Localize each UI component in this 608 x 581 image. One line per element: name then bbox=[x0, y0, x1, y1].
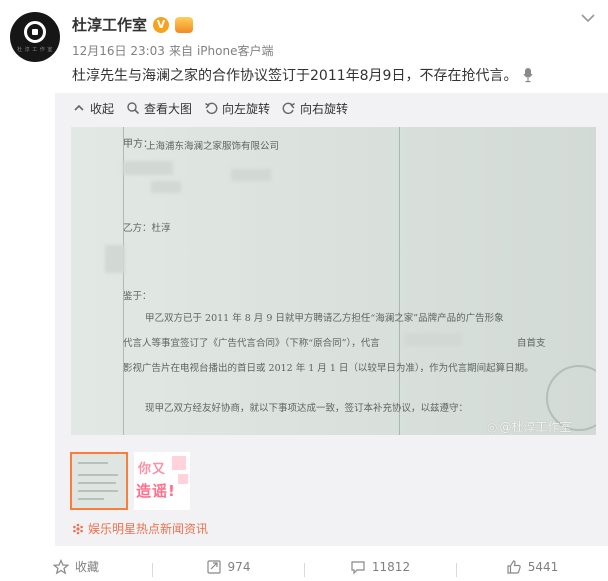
author-name[interactable]: 杜淳工作室 bbox=[72, 14, 147, 35]
redacted-area bbox=[151, 181, 181, 193]
thumbnail-text-2: 造谣! bbox=[136, 482, 176, 500]
action-bar: 收藏 974 11812 5441 bbox=[0, 552, 608, 581]
redacted-area bbox=[105, 245, 125, 273]
award-icon[interactable] bbox=[175, 16, 194, 33]
contract-paragraph-1: 甲乙双方已于 2011 年 8 月 9 日就甲方聘请乙方担任“海澜之家”品牌产品… bbox=[145, 313, 504, 324]
post-text: 杜淳先生与海澜之家的合作协议签订于2011年8月9日，不存在抢代言。 bbox=[72, 68, 518, 84]
logo-icon bbox=[24, 21, 46, 43]
star-icon bbox=[52, 558, 69, 575]
collapse-icon bbox=[74, 104, 84, 111]
thumbs-up-icon bbox=[507, 559, 521, 574]
collapse-button[interactable]: 收起 bbox=[72, 100, 114, 117]
party-b-label: 乙方：杜淳 bbox=[123, 223, 171, 234]
thumbnail-text-1: 你又 bbox=[138, 462, 167, 477]
source-link[interactable]: 娱乐明星热点新闻资讯 bbox=[72, 520, 208, 537]
chevron-down-icon[interactable] bbox=[580, 12, 596, 24]
author-line: 杜淳工作室 V bbox=[72, 14, 194, 35]
source-icon bbox=[73, 523, 83, 534]
watermark-text: @杜淳工作室 bbox=[499, 420, 572, 434]
fold-line bbox=[399, 127, 400, 435]
rotate-left-label: 向左旋转 bbox=[222, 101, 271, 116]
redacted-area bbox=[123, 161, 173, 175]
redacted-area bbox=[231, 169, 271, 181]
party-a-name: 上海浦东海澜之家服饰有限公司 bbox=[146, 141, 280, 152]
rotate-left-icon bbox=[205, 102, 218, 115]
contract-image[interactable]: 甲方： 上海浦东海澜之家服饰有限公司 乙方：杜淳 鉴于： 甲乙双方已于 2011… bbox=[71, 127, 596, 435]
magnifier-icon bbox=[127, 102, 140, 115]
contract-paragraph-2a: 代言人等事宜签订了《广告代言合同》（下称“原合同”），代言 bbox=[123, 338, 380, 349]
favorite-label: 收藏 bbox=[74, 560, 99, 574]
via-source[interactable]: iPhone客户端 bbox=[197, 42, 274, 59]
verified-icon[interactable]: V bbox=[153, 16, 170, 33]
contract-paragraph-3: 影视广告片在电视台播出的首日或 2012 年 1 月 1 日（以较早日为准），作… bbox=[123, 363, 534, 374]
rotate-right-button[interactable]: 向右旋转 bbox=[282, 100, 348, 117]
collapse-label: 收起 bbox=[90, 101, 115, 116]
thumbnail-rumor[interactable]: 你又 造谣! bbox=[134, 452, 190, 510]
post-meta: 12月16日 23:03 来自 iPhone客户端 bbox=[72, 42, 273, 59]
weibo-icon: ◎ bbox=[487, 419, 498, 434]
favorite-button[interactable]: 收藏 bbox=[0, 558, 152, 575]
thumbnail-selected[interactable] bbox=[70, 452, 128, 510]
rotate-right-label: 向右旋转 bbox=[300, 101, 349, 116]
comment-icon bbox=[351, 560, 365, 574]
contract-paragraph-4: 现甲乙双方经友好协商，就以下事项达成一致，签订本补充协议，以兹遵守： bbox=[145, 403, 469, 414]
repost-icon bbox=[206, 559, 221, 574]
post-content: 杜淳先生与海澜之家的合作协议签订于2011年8月9日，不存在抢代言。 bbox=[72, 65, 592, 85]
media-toolbar: 收起 查看大图 向左旋转 向右旋转 bbox=[72, 97, 348, 119]
rotate-left-button[interactable]: 向左旋转 bbox=[204, 100, 270, 117]
avatar[interactable]: 杜 淳 工 作 室 bbox=[10, 12, 60, 62]
whereas-label: 鉴于： bbox=[123, 291, 152, 302]
view-large-button[interactable]: 查看大图 bbox=[126, 100, 192, 117]
source-label: 娱乐明星热点新闻资讯 bbox=[88, 522, 209, 536]
post-time[interactable]: 12月16日 23:03 bbox=[72, 42, 165, 59]
like-count: 5441 bbox=[527, 559, 559, 574]
comment-count: 11812 bbox=[371, 559, 411, 574]
repost-count: 974 bbox=[227, 559, 251, 574]
media-panel: 收起 查看大图 向左旋转 向右旋转 甲方： 上海浦东海澜之家服饰有限公司 乙方：… bbox=[55, 93, 608, 546]
repost-button[interactable]: 974 bbox=[152, 559, 304, 577]
contract-paragraph-2b: 自首支 bbox=[517, 338, 546, 349]
image-watermark: ◎ @杜淳工作室 bbox=[487, 418, 572, 435]
avatar-caption: 杜 淳 工 作 室 bbox=[17, 47, 53, 53]
rotate-right-icon bbox=[282, 102, 295, 115]
via-prefix: 来自 bbox=[168, 44, 193, 58]
redacted-area bbox=[404, 333, 462, 346]
comment-button[interactable]: 11812 bbox=[304, 559, 456, 577]
view-large-label: 查看大图 bbox=[144, 101, 193, 116]
microphone-icon[interactable] bbox=[523, 67, 533, 83]
like-button[interactable]: 5441 bbox=[456, 559, 608, 577]
